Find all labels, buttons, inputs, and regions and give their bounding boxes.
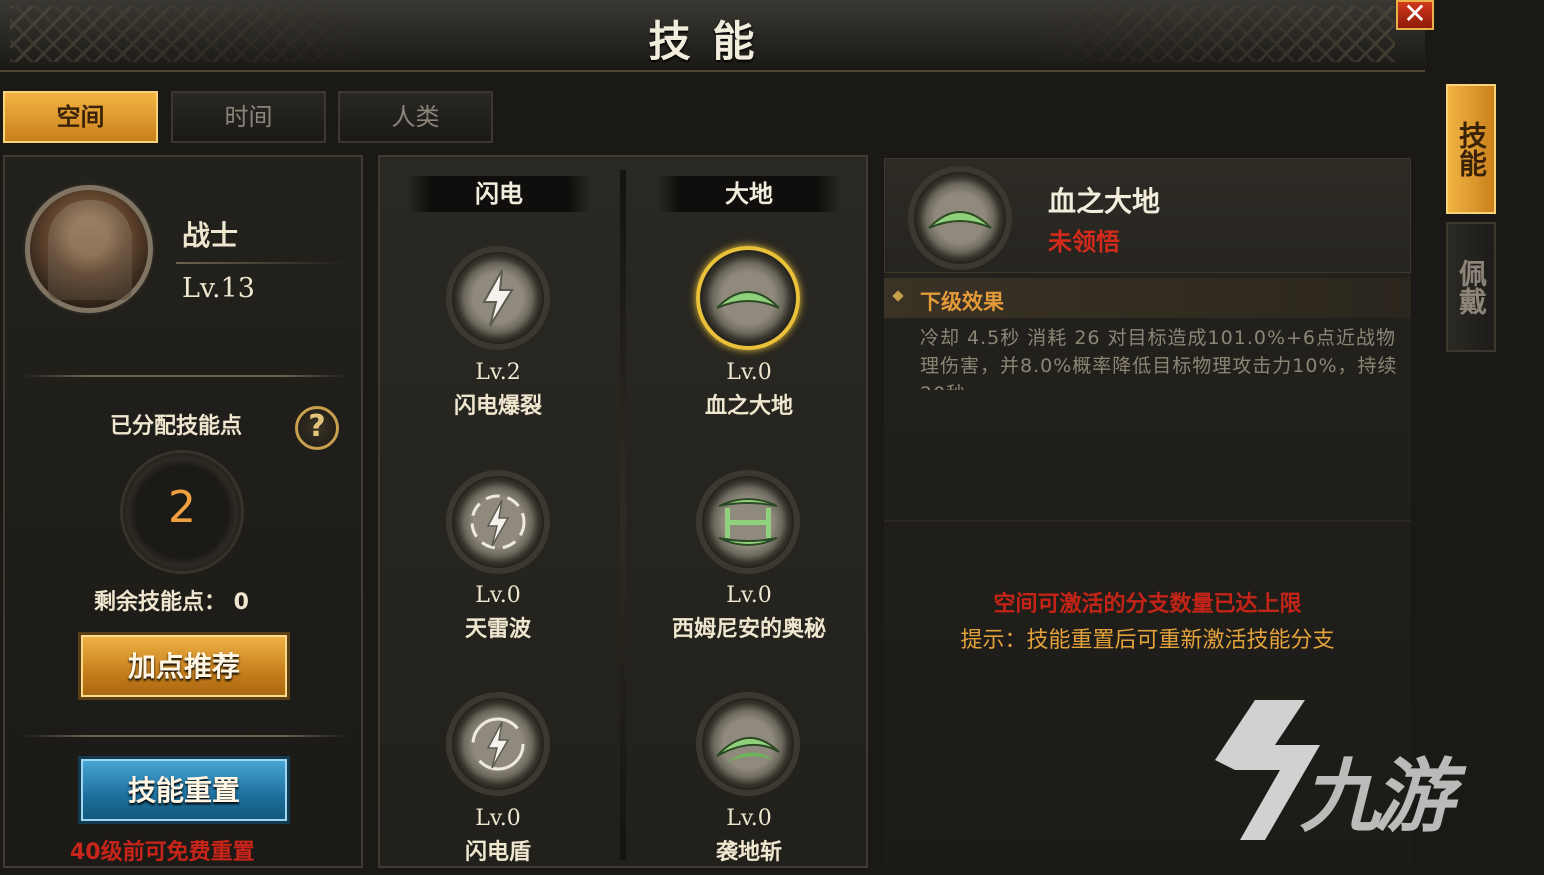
thunder-wave-icon bbox=[470, 494, 526, 550]
skill-level: Lv.0 bbox=[475, 806, 521, 831]
divider bbox=[22, 375, 348, 377]
earth-crescent-icon bbox=[716, 291, 780, 309]
skill-level: Lv.2 bbox=[475, 360, 521, 385]
branch-limit-warning: 空间可激活的分支数量已达上限 bbox=[993, 592, 1302, 617]
title-bar: 技能 bbox=[0, 0, 1425, 72]
character-name: 战士 bbox=[182, 219, 239, 252]
skill-earth-slash[interactable] bbox=[696, 692, 800, 796]
name-divider bbox=[176, 262, 346, 264]
tab-time[interactable]: 时间 bbox=[171, 91, 326, 143]
skill-simnian-secret[interactable] bbox=[696, 470, 800, 574]
earth-arc-icon bbox=[718, 498, 778, 546]
effect-title: 下级效果 bbox=[920, 290, 1004, 314]
skill-level: Lv.0 bbox=[726, 360, 772, 385]
skill-name: 天雷波 bbox=[464, 617, 531, 642]
tab-space[interactable]: 空间 bbox=[3, 91, 158, 143]
remaining-points: 剩余技能点： 0 bbox=[94, 590, 249, 615]
skill-name: 西姆尼安的奥秘 bbox=[671, 617, 826, 642]
skill-name: 袭地斩 bbox=[715, 840, 782, 865]
detail-divider bbox=[884, 520, 1411, 522]
lightning-shield-icon bbox=[471, 717, 525, 771]
skill-name: 血之大地 bbox=[704, 394, 793, 419]
lightning-icon bbox=[482, 269, 514, 327]
skill-name: 闪电盾 bbox=[464, 840, 531, 865]
detail-skill-icon bbox=[908, 166, 1012, 270]
allocated-points-value: 2 bbox=[168, 482, 196, 533]
close-icon: ✕ bbox=[1403, 0, 1427, 30]
side-tab-skills[interactable]: 技能 bbox=[1446, 84, 1496, 214]
earth-crescent-icon bbox=[928, 211, 992, 229]
skill-level: Lv.0 bbox=[726, 806, 772, 831]
skill-name: 闪电爆裂 bbox=[453, 394, 542, 419]
reset-skills-button[interactable]: 技能重置 bbox=[78, 756, 290, 824]
watermark-text: 九游 bbox=[1300, 750, 1454, 843]
branch-header-lightning: 闪电 bbox=[408, 176, 590, 212]
detail-skill-status: 未领悟 bbox=[1048, 228, 1120, 256]
divider bbox=[22, 735, 348, 737]
branch-header-earth: 大地 bbox=[658, 176, 840, 212]
skill-level: Lv.0 bbox=[726, 583, 772, 608]
help-icon[interactable]: ? bbox=[295, 406, 339, 450]
close-button[interactable]: ✕ bbox=[1396, 0, 1434, 30]
page-title: 技能 bbox=[648, 17, 777, 66]
effect-description: 冷却 4.5秒 消耗 26 对目标造成101.0%+6点近战物理伤害，并8.0%… bbox=[920, 327, 1398, 390]
skill-level: Lv.0 bbox=[475, 583, 521, 608]
tab-human[interactable]: 人类 bbox=[338, 91, 493, 143]
allocated-points-label: 已分配技能点 bbox=[110, 414, 243, 439]
character-level: Lv.13 bbox=[182, 273, 255, 304]
detail-skill-name: 血之大地 bbox=[1048, 185, 1161, 218]
side-tab-equip[interactable]: 佩戴 bbox=[1446, 222, 1496, 352]
skill-lightning-burst[interactable] bbox=[446, 246, 550, 350]
column-separator bbox=[620, 170, 626, 860]
reset-note: 40级前可免费重置 bbox=[70, 840, 255, 865]
skill-blood-earth[interactable] bbox=[696, 246, 800, 350]
skill-lightning-shield[interactable] bbox=[446, 692, 550, 796]
recommend-button[interactable]: 加点推荐 bbox=[78, 632, 290, 700]
skill-thunder-wave[interactable] bbox=[446, 470, 550, 574]
earth-slash-icon bbox=[716, 736, 780, 762]
reset-hint: 提示：技能重置后可重新激活技能分支 bbox=[960, 628, 1335, 653]
avatar-figure bbox=[48, 200, 132, 300]
